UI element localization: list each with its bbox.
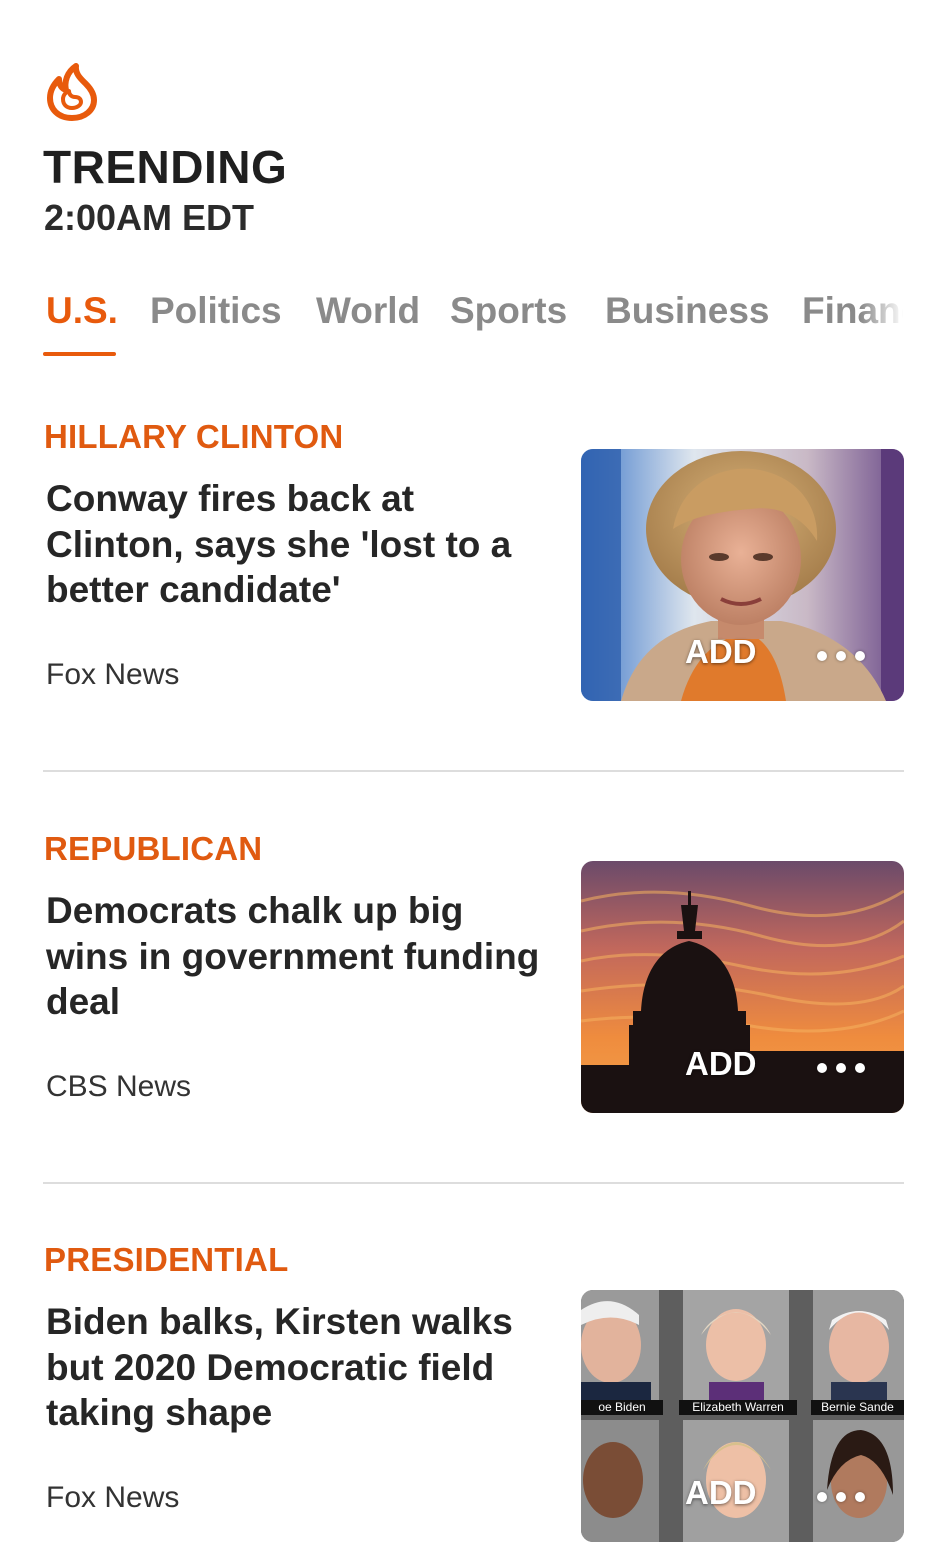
- story-card[interactable]: REPUBLICAN Democrats chalk up big wins i…: [0, 830, 947, 1130]
- tab-politics[interactable]: Politics: [150, 290, 282, 332]
- active-tab-indicator: [43, 352, 116, 356]
- story-headline[interactable]: Conway fires back at Clinton, says she '…: [46, 476, 546, 613]
- story-source: CBS News: [46, 1070, 192, 1103]
- tab-world[interactable]: World: [316, 290, 420, 332]
- more-dots-icon[interactable]: [811, 1057, 871, 1079]
- category-tabs: U.S. Politics World Sports Business Fina…: [0, 290, 903, 360]
- candidate-caption: oe Biden: [581, 1400, 663, 1415]
- story-topic[interactable]: HILLARY CLINTON: [44, 418, 343, 456]
- story-thumbnail[interactable]: ADD: [581, 449, 904, 701]
- story-card[interactable]: PRESIDENTIAL Biden balks, Kirsten walks …: [0, 1241, 947, 1542]
- story-divider: [43, 770, 904, 772]
- flame-icon: [47, 63, 97, 121]
- story-topic[interactable]: PRESIDENTIAL: [44, 1241, 288, 1279]
- story-thumbnail[interactable]: ADD: [581, 861, 904, 1113]
- tab-sports[interactable]: Sports: [450, 290, 567, 332]
- more-dots-icon[interactable]: [811, 645, 871, 667]
- timestamp: 2:00AM EDT: [44, 197, 255, 238]
- story-divider: [43, 1182, 904, 1184]
- candidate-caption: Elizabeth Warren: [679, 1400, 797, 1415]
- candidate-caption: Bernie Sande: [811, 1400, 904, 1415]
- tab-finance[interactable]: Finance: [802, 290, 903, 332]
- tab-business[interactable]: Business: [605, 290, 770, 332]
- story-card[interactable]: HILLARY CLINTON Conway fires back at Cli…: [0, 418, 947, 718]
- add-button[interactable]: ADD: [685, 633, 757, 671]
- more-dots-icon[interactable]: [811, 1486, 871, 1508]
- story-source: Fox News: [46, 1481, 180, 1514]
- tab-us[interactable]: U.S.: [46, 290, 118, 332]
- page-title: TRENDING: [43, 141, 288, 193]
- story-headline[interactable]: Democrats chalk up big wins in governmen…: [46, 888, 546, 1025]
- story-source: Fox News: [46, 658, 180, 691]
- add-button[interactable]: ADD: [685, 1474, 757, 1512]
- story-headline[interactable]: Biden balks, Kirsten walks but 2020 Demo…: [46, 1299, 546, 1436]
- story-topic[interactable]: REPUBLICAN: [44, 830, 262, 868]
- add-button[interactable]: ADD: [685, 1045, 757, 1083]
- story-thumbnail[interactable]: oe Biden Elizabeth Warren Bernie Sande A…: [581, 1290, 904, 1542]
